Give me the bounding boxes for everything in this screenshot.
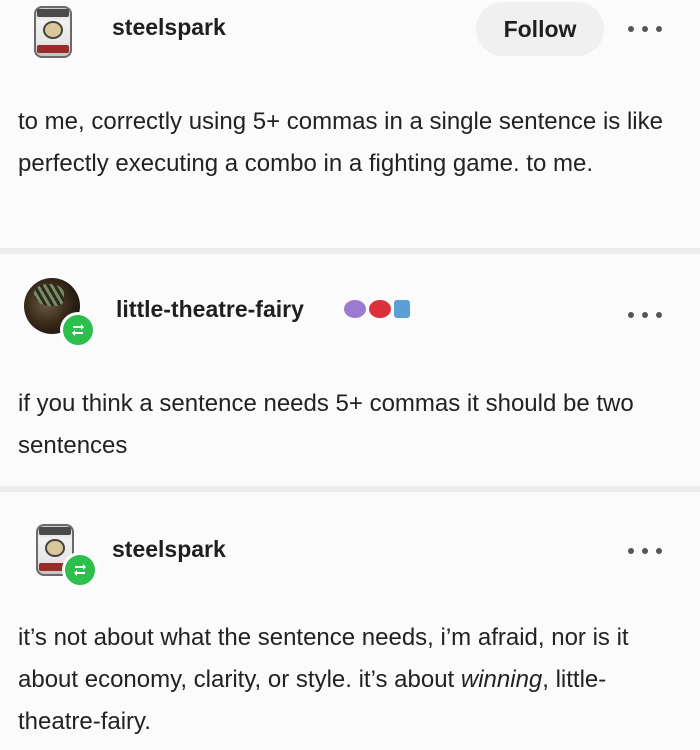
avatar[interactable] [36,524,98,588]
user-badges [344,300,410,318]
cup-badge-icon [394,300,410,318]
can-avatar-image [34,6,72,58]
more-options-icon[interactable] [628,24,662,34]
more-options-icon[interactable] [628,310,662,320]
username[interactable]: little-theatre-fairy [116,296,304,323]
reblog-post: little-theatre-fairy if you think a sent… [0,254,700,486]
emphasized-text: winning [460,666,543,693]
avatar[interactable] [24,278,96,348]
username[interactable]: steelspark [112,14,226,41]
post-text: to me, correctly using 5+ commas in a si… [18,108,663,177]
more-options-icon[interactable] [628,546,662,556]
reblog-post: steelspark it’s not about what the sente… [0,492,700,750]
post-text: if you think a sentence needs 5+ commas … [18,390,634,459]
username[interactable]: steelspark [112,536,226,563]
post-original: steelspark Follow to me, correctly using… [0,0,700,248]
heart-badge-icon [369,300,391,318]
avatar[interactable] [34,6,72,58]
reblog-icon [62,552,98,588]
ghost-badge-icon [344,300,366,318]
reblog-icon [60,312,96,348]
follow-button[interactable]: Follow [476,2,604,56]
post-text: it’s not about what the sentence needs, … [18,617,678,743]
